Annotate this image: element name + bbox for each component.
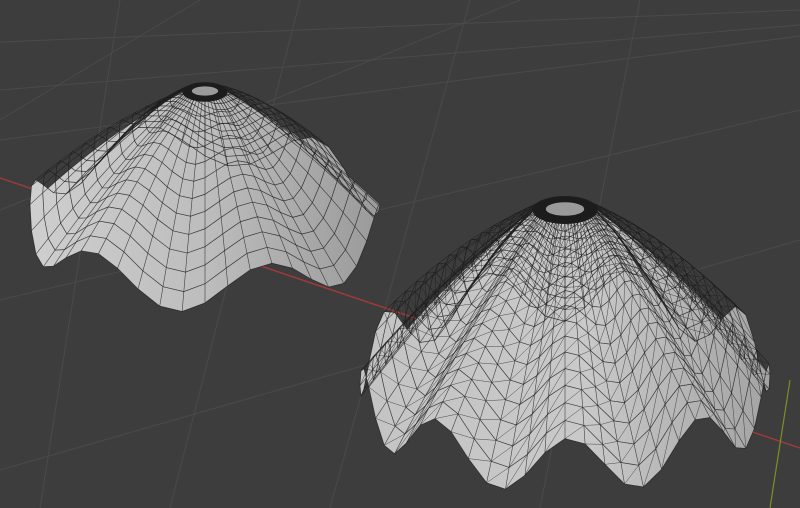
3d-viewport[interactable] <box>0 0 800 508</box>
viewport-scene[interactable] <box>0 0 800 508</box>
cloth-mesh-tri-object[interactable] <box>359 196 771 490</box>
cloth-mesh-quad-object[interactable] <box>29 82 381 312</box>
